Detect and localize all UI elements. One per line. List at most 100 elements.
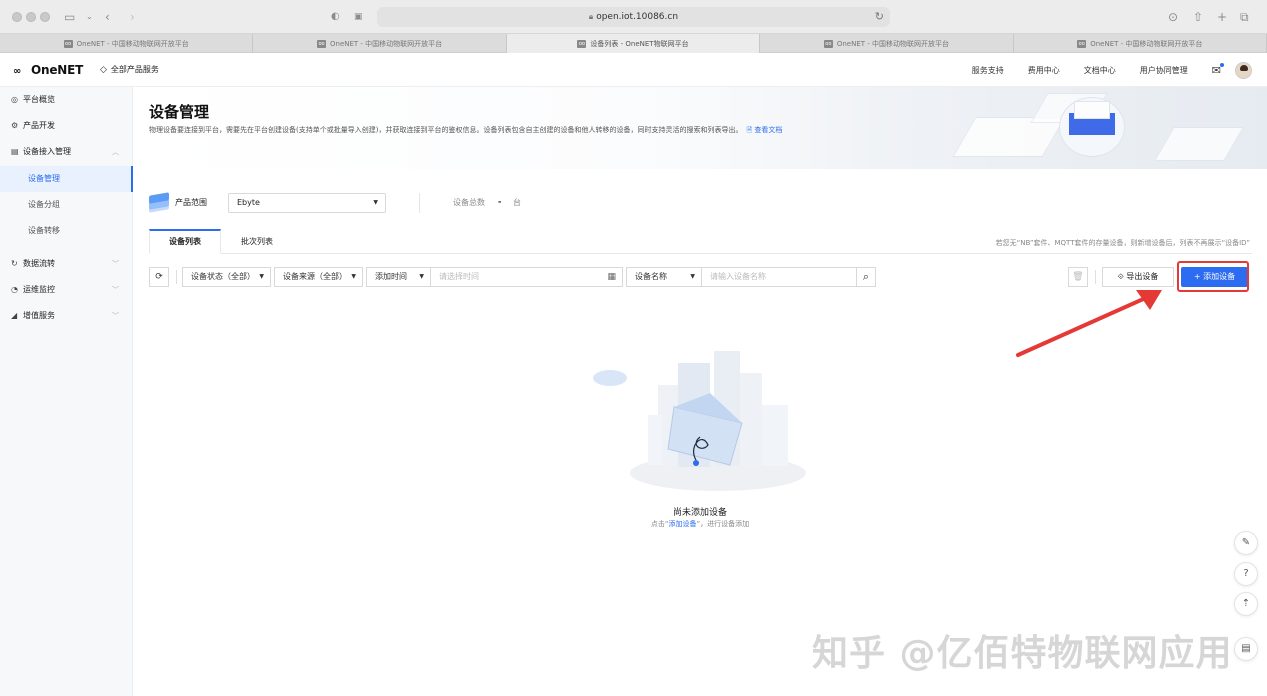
sidebar-item-overview[interactable]: ◎ 平台概览	[0, 87, 133, 113]
sidebar-item-device-access[interactable]: ▤ 设备接入管理 ︿	[0, 139, 133, 165]
onenet-logo-icon: ∞	[13, 66, 22, 77]
sidebar-item-data-flow[interactable]: ↻ 数据流转 ﹀	[0, 251, 133, 277]
overview-icon: ◎	[11, 95, 18, 104]
nav-docs-center[interactable]: 文档中心	[1084, 65, 1116, 76]
chevron-down-icon: ﹀	[112, 286, 119, 294]
reload-icon[interactable]: ↻	[875, 7, 884, 27]
onenet-favicon-icon: oo	[317, 39, 327, 48]
onenet-logo[interactable]: ∞ OneNET	[13, 63, 83, 77]
device-total-label: 设备总数	[453, 198, 485, 207]
product-select[interactable]: Ebyte ▼	[228, 193, 386, 213]
banner-decoration	[1074, 101, 1110, 119]
browser-tab[interactable]: oo OneNET - 中国移动物联网开放平台	[760, 34, 1014, 53]
browser-tab-active[interactable]: oo 设备列表 - OneNET物联网平台	[506, 34, 761, 53]
nav-billing-center[interactable]: 费用中心	[1028, 65, 1060, 76]
tab-overview-icon[interactable]: ⧉	[1240, 9, 1249, 25]
sidebar-subitem-device-management[interactable]: 设备管理	[0, 166, 133, 192]
onenet-favicon-icon: oo	[823, 39, 833, 48]
close-window-button[interactable]	[12, 12, 22, 22]
avatar[interactable]	[1235, 61, 1252, 79]
sidebar-item-monitor[interactable]: ◔ 运维监控 ﹀	[0, 277, 133, 303]
sidebar-subitem-device-transfer[interactable]: 设备转移	[0, 218, 133, 244]
product-dev-icon: ⚙	[11, 121, 19, 130]
device-total-unit: 台	[513, 198, 521, 207]
view-docs-link[interactable]: 🗎︎ 查看文档	[746, 126, 782, 134]
tab-batch-list[interactable]: 批次列表	[221, 229, 293, 254]
browser-tabbar: oo OneNET - 中国移动物联网开放平台 oo OneNET - 中国移动物联…	[0, 34, 1267, 53]
search-icon: ⌕	[862, 270, 870, 283]
notion-icon[interactable]: ▣	[354, 9, 363, 25]
download-icon[interactable]: ⊙	[1168, 9, 1178, 25]
tabs-baseline	[149, 253, 1252, 254]
source-filter-select[interactable]: 设备来源（全部） ▼	[274, 267, 363, 287]
address-bar[interactable]: 🔒︎ open.iot.10086.cn ↻	[377, 7, 890, 27]
browser-titlebar: ▭ ⌄ ‹ › ◐ ▣ 🔒︎ open.iot.10086.cn ↻ ⊙ ⇧ + …	[0, 0, 1267, 34]
caret-down-icon: ▼	[259, 273, 264, 280]
sidebar-item-product-dev[interactable]: ⚙ 产品开发	[0, 113, 133, 139]
zoom-window-button[interactable]	[40, 12, 50, 22]
refresh-button[interactable]: ⟳	[149, 267, 169, 287]
annotation-highlight-box	[1177, 261, 1249, 292]
time-range-picker[interactable]: 请选择时间 ▦	[430, 267, 623, 287]
browser-tab[interactable]: oo OneNET - 中国移动物联网开放平台	[253, 34, 507, 53]
back-icon[interactable]: ‹	[105, 9, 110, 25]
caret-down-icon: ▼	[351, 273, 356, 280]
product-layers-icon	[149, 192, 169, 213]
arrow-up-icon: ⇡	[1241, 598, 1251, 609]
nav-service-support[interactable]: 服务支持	[972, 65, 1004, 76]
divider	[176, 270, 177, 284]
add-device-link[interactable]: 添加设备	[669, 520, 697, 528]
empty-state-illustration	[593, 351, 806, 491]
search-button[interactable]: ⌕	[856, 267, 876, 287]
name-field-select[interactable]: 设备名称 ▼	[626, 267, 702, 287]
collapse-panel-button[interactable]: ▤	[1234, 637, 1258, 661]
page-title: 设备管理	[149, 103, 210, 121]
all-products-menu[interactable]: ◇ 全部产品服务	[100, 64, 159, 75]
value-added-icon: ◢	[11, 311, 18, 320]
banner-decoration	[952, 117, 1066, 157]
calendar-icon: ▦	[607, 272, 616, 282]
browser-tab[interactable]: oo OneNET - 中国移动物联网开放平台	[0, 34, 254, 53]
shield-icon[interactable]: ◐	[331, 9, 340, 25]
lock-icon: 🔒︎	[588, 12, 594, 21]
data-flow-icon: ↻	[11, 259, 18, 268]
sidebar-item-value-added[interactable]: ◢ 增值服务 ﹀	[0, 303, 133, 329]
chevron-down-icon: ﹀	[112, 260, 119, 268]
monitor-icon: ◔	[11, 285, 18, 294]
browser-tab[interactable]: oo OneNET - 中国移动物联网开放平台	[1014, 34, 1267, 53]
device-access-icon: ▤	[11, 147, 19, 156]
chevron-up-icon: ︿	[112, 148, 119, 156]
page-banner: 设备管理 物理设备要连接到平台，需要先在平台创建设备(支持单个或批量导入创建)，…	[134, 87, 1267, 169]
notification-dot	[1220, 62, 1224, 67]
back-to-top-button[interactable]: ⇡	[1234, 592, 1258, 616]
page-description: 物理设备要连接到平台，需要先在平台创建设备(支持单个或批量导入创建)，并获取连接…	[149, 126, 783, 134]
url-text: open.iot.10086.cn	[596, 12, 679, 22]
device-name-search-input[interactable]: 请输入设备名称	[701, 267, 857, 287]
onenet-favicon-icon: oo	[1077, 39, 1087, 48]
status-filter-select[interactable]: 设备状态（全部） ▼	[182, 267, 271, 287]
feedback-button[interactable]: ✎	[1234, 531, 1258, 555]
sidebar-subitem-device-group[interactable]: 设备分组	[0, 192, 133, 218]
sidebar-toggle-icon[interactable]: ▭	[64, 9, 75, 25]
divider	[419, 193, 420, 213]
chevron-down-icon[interactable]: ⌄	[86, 9, 93, 25]
time-field-select[interactable]: 添加时间 ▼	[366, 267, 431, 287]
banner-decoration	[1154, 127, 1244, 161]
onenet-favicon-icon: oo	[577, 39, 587, 48]
share-icon[interactable]: ⇧	[1193, 9, 1203, 25]
minimize-window-button[interactable]	[26, 12, 36, 22]
edit-icon: ✎	[1241, 537, 1251, 548]
watermark: 知乎 @亿佰特物联网应用	[812, 633, 1233, 674]
onenet-favicon-icon: oo	[63, 39, 73, 48]
tab-device-list[interactable]: 设备列表	[149, 229, 221, 254]
new-tab-icon[interactable]: +	[1217, 9, 1227, 25]
empty-state-title: 尚未添加设备	[672, 508, 727, 518]
mail-icon[interactable]: ✉	[1212, 62, 1224, 77]
forward-icon[interactable]: ›	[130, 9, 135, 25]
product-range-label: 产品范围	[175, 198, 207, 207]
help-button[interactable]: ?	[1234, 562, 1258, 586]
top-navigation: ∞ OneNET ◇ 全部产品服务 服务支持 费用中心 文档中心 用户协同管理 ✉	[0, 53, 1267, 87]
nav-user-collab[interactable]: 用户协同管理	[1140, 65, 1188, 76]
help-icon: ?	[1243, 568, 1249, 579]
chevron-down-icon: ﹀	[112, 312, 119, 320]
